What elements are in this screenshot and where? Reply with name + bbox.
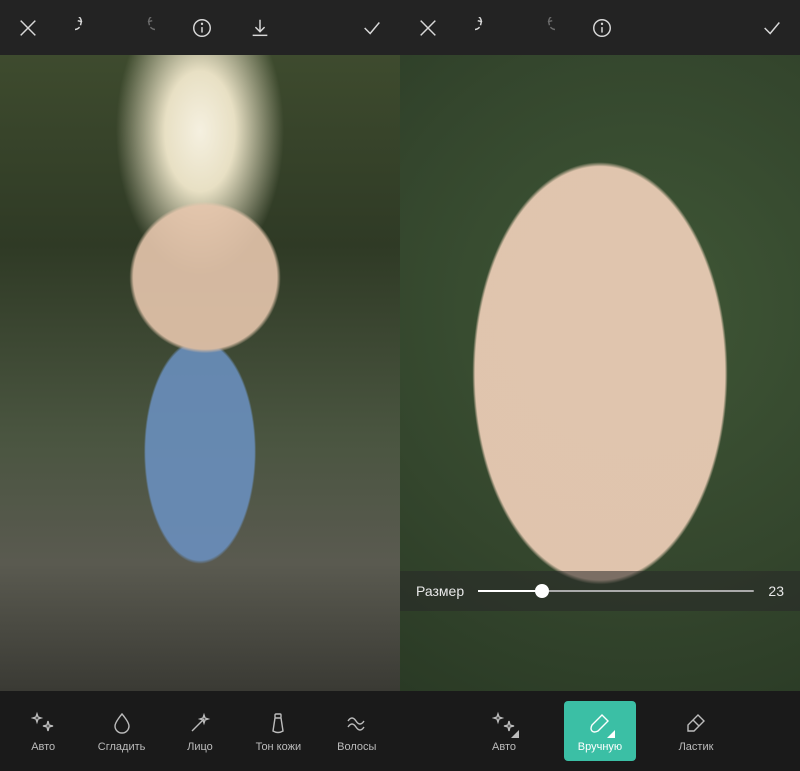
redo-button[interactable]: [130, 14, 158, 42]
photo-canvas[interactable]: [0, 55, 400, 691]
bottom-toolbar: Авто Вручную Ластик: [400, 691, 800, 771]
tool-manual[interactable]: Вручную: [564, 701, 636, 761]
close-button[interactable]: [414, 14, 442, 42]
info-button[interactable]: [588, 14, 616, 42]
confirm-button[interactable]: [758, 14, 786, 42]
tool-auto[interactable]: Авто: [5, 701, 81, 761]
slider-thumb[interactable]: [535, 584, 549, 598]
topbar-left-group: [414, 14, 616, 42]
tube-icon: [265, 710, 291, 736]
photo-subject: [72, 195, 328, 653]
size-slider-row: Размер 23: [400, 571, 800, 611]
confirm-button[interactable]: [358, 14, 386, 42]
download-button[interactable]: [246, 14, 274, 42]
eraser-icon: [683, 710, 709, 736]
photo-canvas[interactable]: Размер 23: [400, 55, 800, 691]
brush-icon: [587, 710, 613, 736]
expand-indicator-icon: [607, 730, 615, 738]
tool-auto[interactable]: Авто: [468, 701, 540, 761]
tool-label: Вручную: [578, 741, 622, 753]
slider-value: 23: [768, 583, 784, 599]
bottom-toolbar: Авто Сгладить Лицо Тон кожи Волосы: [0, 691, 400, 771]
tool-face[interactable]: Лицо: [162, 701, 238, 761]
topbar-right-group: [358, 14, 386, 42]
app-root: Авто Сгладить Лицо Тон кожи Волосы: [0, 0, 800, 771]
drop-icon: [109, 710, 135, 736]
topbar-right-group: [758, 14, 786, 42]
tool-label: Лицо: [187, 741, 213, 753]
editor-pane-right: Размер 23 Авто Вручную Ластик: [400, 0, 800, 771]
slider-label: Размер: [416, 583, 464, 599]
slider-fill: [478, 590, 542, 592]
editor-pane-left: Авто Сгладить Лицо Тон кожи Волосы: [0, 0, 400, 771]
size-slider[interactable]: [478, 590, 754, 592]
tool-label: Сгладить: [98, 741, 146, 753]
top-toolbar: [400, 0, 800, 55]
wand-icon: [187, 710, 213, 736]
info-button[interactable]: [188, 14, 216, 42]
tool-label: Авто: [31, 741, 55, 753]
wave-icon: [344, 710, 370, 736]
tool-hair[interactable]: Волосы: [319, 701, 395, 761]
top-toolbar: [0, 0, 400, 55]
tool-label: Тон кожи: [256, 741, 302, 753]
tool-eraser[interactable]: Ластик: [660, 701, 732, 761]
redo-button[interactable]: [530, 14, 558, 42]
sparkle-icon: [491, 710, 517, 736]
expand-indicator-icon: [511, 730, 519, 738]
undo-button[interactable]: [472, 14, 500, 42]
tool-label: Авто: [492, 741, 516, 753]
tool-smooth[interactable]: Сгладить: [84, 701, 160, 761]
sparkle-icon: [30, 710, 56, 736]
undo-button[interactable]: [72, 14, 100, 42]
tool-skin-tone[interactable]: Тон кожи: [240, 701, 316, 761]
close-button[interactable]: [14, 14, 42, 42]
topbar-left-group: [14, 14, 274, 42]
tool-label: Волосы: [337, 741, 376, 753]
tool-label: Ластик: [679, 741, 714, 753]
